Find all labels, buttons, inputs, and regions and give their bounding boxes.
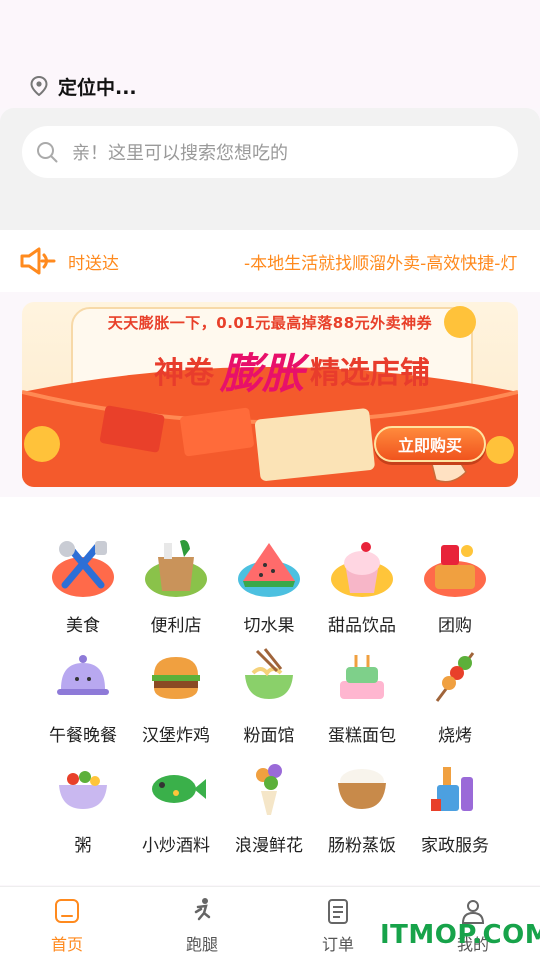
porridge-bowl-icon: [59, 771, 107, 809]
gift-basket-icon: [424, 545, 486, 597]
search-panel: 亲！这里可以搜索您想吃的: [0, 108, 540, 230]
buy-now-button[interactable]: 立即购买: [374, 426, 486, 462]
promo-banner[interactable]: 天天膨胀一下，0.01元最高掉落88元外卖神券 神卷 膨胀 精选店铺 立即购买: [22, 302, 518, 487]
category-item[interactable]: 切水果: [222, 535, 316, 639]
cake-icon: [340, 655, 384, 699]
category-grid: 美食 便利店 切水果 甜品饮品 团购 午餐晚餐 汉堡炸鸡 粉面馆 蛋糕面包 烧烤…: [0, 497, 540, 885]
cleaning-tools-icon: [431, 767, 473, 811]
category-item[interactable]: 团购: [408, 535, 502, 639]
noodle-bowl-icon: [245, 648, 293, 699]
category-item[interactable]: 午餐晚餐: [36, 645, 130, 749]
category-label: 粉面馆: [243, 726, 295, 746]
speaker-icon: [20, 247, 56, 275]
header: 定位中...: [0, 0, 540, 108]
notice-bar[interactable]: 时送达 -本地生活就找顺溜外卖-高效快捷-灯: [0, 230, 540, 292]
category-label: 汉堡炸鸡: [142, 726, 210, 746]
category-item[interactable]: 美食: [36, 535, 130, 639]
cupcake-icon: [331, 542, 393, 597]
category-label: 浪漫鲜花: [235, 836, 303, 856]
category-label: 蛋糕面包: [328, 726, 396, 746]
tab-home[interactable]: 首页: [17, 897, 117, 957]
category-item[interactable]: 粥: [36, 755, 130, 859]
category-item[interactable]: 汉堡炸鸡: [129, 645, 223, 749]
runner-icon: [194, 898, 211, 921]
category-label: 午餐晚餐: [49, 726, 117, 746]
skewer-icon: [435, 652, 475, 702]
banner-title: 神卷 膨胀 精选店铺: [122, 342, 462, 398]
category-label: 美食: [66, 616, 100, 636]
category-label: 甜品饮品: [328, 616, 396, 636]
site-watermark: ITMOP.COM: [380, 920, 540, 950]
fish-icon: [152, 775, 206, 803]
category-item[interactable]: 小炒酒料: [129, 755, 223, 859]
category-label: 烧烤: [438, 726, 472, 746]
notice-text-b: -本地生活就找顺溜外卖-高效快捷-灯: [244, 254, 518, 274]
category-item[interactable]: 粉面馆: [222, 645, 316, 749]
banner-title-left: 神卷: [153, 356, 214, 391]
banner-subtitle: 天天膨胀一下，0.01元最高掉落88元外卖神券: [107, 314, 433, 332]
category-label: 切水果: [243, 616, 295, 636]
tab-orders[interactable]: 订单: [288, 897, 388, 957]
flower-bouquet-icon: [256, 764, 282, 815]
search-placeholder: 亲！这里可以搜索您想吃的: [72, 143, 288, 164]
category-item[interactable]: 甜品饮品: [315, 535, 409, 639]
category-label: 粥: [74, 836, 92, 856]
banner-title-right: 精选店铺: [310, 356, 430, 391]
cutlery-icon: [52, 541, 114, 597]
tab-label: 首页: [50, 935, 83, 954]
location-selector[interactable]: 定位中...: [30, 72, 137, 100]
category-item[interactable]: 烧烤: [408, 645, 502, 749]
category-item[interactable]: 浪漫鲜花: [222, 755, 316, 859]
home-icon: [55, 899, 79, 923]
category-label: 肠粉蒸饭: [328, 836, 396, 856]
category-label: 便利店: [150, 616, 202, 636]
rice-bowl-icon: [338, 769, 386, 809]
category-item[interactable]: 肠粉蒸饭: [315, 755, 409, 859]
notice-text-a: 时送达: [68, 254, 119, 274]
food-cloche-icon: [57, 655, 109, 695]
tab-label: 订单: [321, 935, 354, 954]
search-input[interactable]: 亲！这里可以搜索您想吃的: [22, 126, 518, 178]
category-item[interactable]: 蛋糕面包: [315, 645, 409, 749]
category-label: 家政服务: [421, 836, 489, 856]
category-label: 小炒酒料: [142, 836, 210, 856]
category-label: 团购: [438, 616, 472, 636]
burger-icon: [152, 657, 200, 699]
order-list-icon: [328, 899, 348, 924]
location-text: 定位中...: [58, 76, 137, 99]
category-item[interactable]: 家政服务: [408, 755, 502, 859]
tab-label: 跑腿: [185, 935, 218, 954]
location-pin-icon: [30, 76, 48, 96]
banner-title-mid: 膨胀: [219, 348, 304, 398]
grocery-bag-icon: [145, 540, 207, 597]
search-icon: [37, 142, 58, 163]
category-item[interactable]: 便利店: [129, 535, 223, 639]
watermelon-icon: [238, 543, 300, 597]
tab-errand[interactable]: 跑腿: [152, 897, 252, 957]
